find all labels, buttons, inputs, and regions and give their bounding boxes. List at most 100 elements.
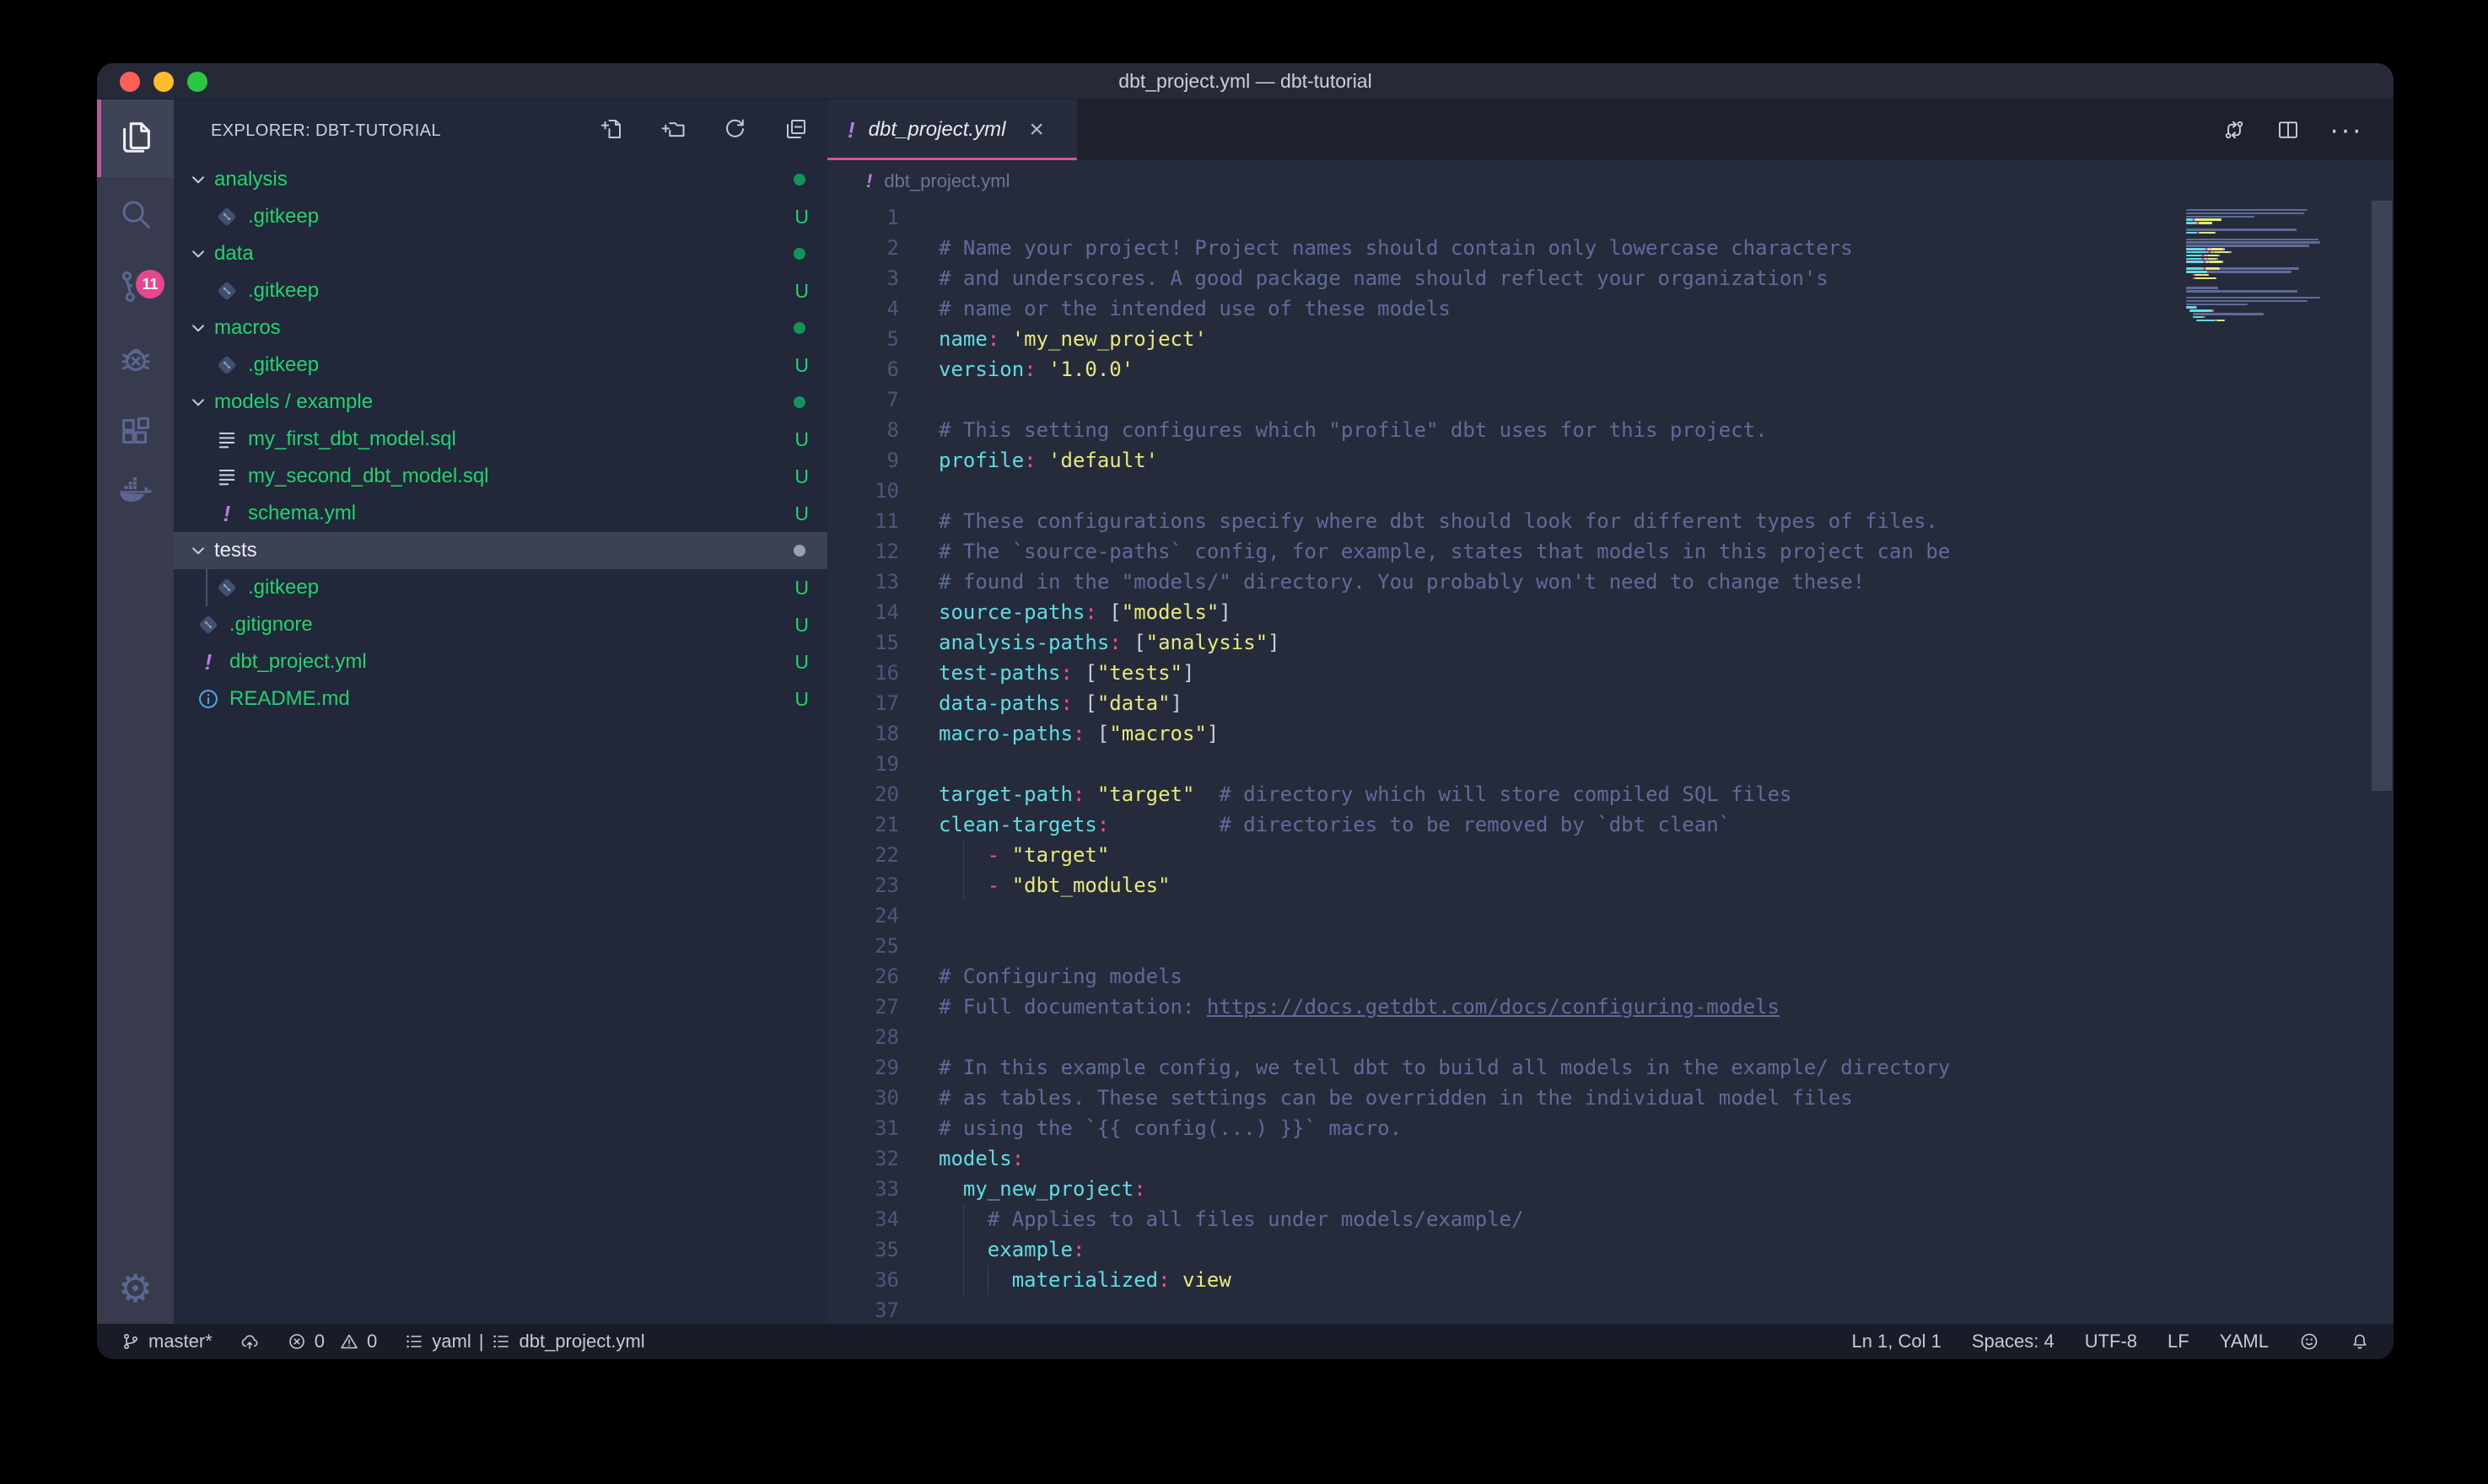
code-line-26[interactable]: 26# Configuring models [827, 961, 2394, 992]
tab-label: dbt_project.yml [869, 118, 1006, 142]
code-line-20[interactable]: 20target-path: "target" # directory whic… [827, 779, 2394, 809]
code-line-29[interactable]: 29# In this example config, we tell dbt … [827, 1052, 2394, 1083]
code-line-10[interactable]: 10 [827, 476, 2394, 506]
breadcrumb-item-file[interactable]: dbt_project.yml [884, 170, 1010, 192]
git-branch-icon [121, 1331, 141, 1352]
code-line-5[interactable]: 5name: 'my_new_project' [827, 324, 2394, 354]
notifications-button[interactable] [2350, 1331, 2370, 1352]
yaml-schema-status[interactable]: yaml | dbt_project.yml [404, 1331, 644, 1352]
activity-docker[interactable] [97, 454, 174, 531]
tree-item-models-example[interactable]: models / example [174, 384, 827, 421]
new-folder-button[interactable] [660, 116, 686, 142]
open-changes-button[interactable] [2221, 117, 2247, 142]
code-line-21[interactable]: 21clean-targets: # directories to be rem… [827, 809, 2394, 840]
code-line-8[interactable]: 8# This setting configures which "profil… [827, 415, 2394, 445]
code-line-7[interactable]: 7 [827, 384, 2394, 415]
activity-search[interactable] [97, 177, 174, 255]
tree-item-macros[interactable]: macros [174, 309, 827, 347]
encoding-status[interactable]: UTF-8 [2085, 1331, 2137, 1352]
zoom-window-button[interactable] [187, 72, 207, 92]
code-line-22[interactable]: 22 - "target" [827, 840, 2394, 870]
sync-changes-button[interactable] [240, 1331, 260, 1352]
tree-item-data[interactable]: data [174, 235, 827, 272]
code-line-36[interactable]: 36 materialized: view [827, 1265, 2394, 1295]
language-mode-status[interactable]: YAML [2220, 1331, 2269, 1352]
code-line-content: data-paths: ["data"] [939, 688, 1182, 718]
indentation-status[interactable]: Spaces: 4 [1972, 1331, 2054, 1352]
code-line-30[interactable]: 30# as tables. These settings can be ove… [827, 1083, 2394, 1113]
tab-close-icon[interactable]: × [1029, 117, 1044, 142]
code-line-23[interactable]: 23 - "dbt_modules" [827, 870, 2394, 901]
code-line-4[interactable]: 4# name or the intended use of these mod… [827, 293, 2394, 324]
code-line-content: # and underscores. A good package name s… [939, 263, 1828, 293]
code-line-19[interactable]: 19 [827, 749, 2394, 779]
code-line-24[interactable]: 24 [827, 901, 2394, 931]
tree-item--gitkeep[interactable]: .gitkeepU [174, 272, 827, 309]
code-line-15[interactable]: 15analysis-paths: ["analysis"] [827, 627, 2394, 658]
code-line-32[interactable]: 32models: [827, 1143, 2394, 1174]
new-file-button[interactable] [599, 116, 624, 142]
code-line-1[interactable]: 1 [827, 202, 2394, 233]
line-number: 30 [827, 1083, 899, 1113]
code-line-14[interactable]: 14source-paths: ["models"] [827, 597, 2394, 627]
tree-item-dbt-project-yml[interactable]: !dbt_project.ymlU [174, 643, 827, 680]
code-line-16[interactable]: 16test-paths: ["tests"] [827, 658, 2394, 688]
tree-item-schema-yml[interactable]: !schema.ymlU [174, 495, 827, 532]
cursor-position-status[interactable]: Ln 1, Col 1 [1851, 1331, 1941, 1352]
git-untracked-badge: U [794, 651, 809, 674]
tree-item-label: schema.yml [248, 502, 356, 525]
tree-item--gitkeep[interactable]: .gitkeepU [174, 198, 827, 235]
extensions-icon [116, 412, 155, 455]
tree-item-readme-md[interactable]: README.mdU [174, 680, 827, 718]
code-line-11[interactable]: 11# These configurations specify where d… [827, 506, 2394, 536]
minimap[interactable] [2178, 202, 2371, 708]
code-line-33[interactable]: 33 my_new_project: [827, 1174, 2394, 1204]
code-line-6[interactable]: 6version: '1.0.0' [827, 354, 2394, 384]
file-tree: analysis.gitkeepUdata.gitkeepUmacros.git… [174, 161, 827, 718]
code-line-35[interactable]: 35 example: [827, 1234, 2394, 1265]
tree-item--gitignore[interactable]: .gitignoreU [174, 606, 827, 643]
code-line-3[interactable]: 3 # and underscores. A good package name … [827, 263, 2394, 293]
tree-item-label: analysis [214, 168, 288, 191]
refresh-explorer-button[interactable] [722, 116, 747, 142]
code-line-13[interactable]: 13# found in the "models/" directory. Yo… [827, 567, 2394, 597]
activity-debug[interactable] [97, 322, 174, 400]
tree-item--gitkeep[interactable]: .gitkeepU [174, 569, 827, 606]
activity-settings[interactable]: ⚙ [97, 1250, 174, 1327]
problems-status[interactable]: 0 0 [287, 1331, 378, 1352]
activity-explorer[interactable] [97, 99, 174, 177]
code-line-17[interactable]: 17data-paths: ["data"] [827, 688, 2394, 718]
code-line-37[interactable]: 37 [827, 1295, 2394, 1324]
code-line-2[interactable]: 2# Name your project! Project names shou… [827, 233, 2394, 263]
activity-source-control[interactable]: 11 [97, 250, 174, 327]
tree-item-my-first-dbt-model-sql[interactable]: my_first_dbt_model.sqlU [174, 421, 827, 458]
eol-status[interactable]: LF [2168, 1331, 2189, 1352]
more-actions-button[interactable]: ··· [2329, 117, 2363, 142]
tree-item-my-second-dbt-model-sql[interactable]: my_second_dbt_model.sqlU [174, 458, 827, 495]
code-line-9[interactable]: 9profile: 'default' [827, 445, 2394, 476]
code-line-12[interactable]: 12# The `source-paths` config, for examp… [827, 536, 2394, 567]
git-file-icon [214, 204, 240, 229]
line-number: 3 [827, 263, 899, 293]
minimize-window-button[interactable] [153, 72, 174, 92]
code-editor[interactable]: 12# Name your project! Project names sho… [827, 202, 2394, 1324]
code-line-25[interactable]: 25 [827, 931, 2394, 961]
close-window-button[interactable] [120, 72, 140, 92]
collapse-folders-button[interactable] [784, 116, 809, 142]
code-line-content: # Configuring models [939, 961, 1182, 992]
editor-scrollbar[interactable] [2372, 201, 2392, 791]
code-line-27[interactable]: 27# Full documentation: https://docs.get… [827, 992, 2394, 1022]
code-line-31[interactable]: 31# using the `{{ config(...) }}` macro. [827, 1113, 2394, 1143]
tab-dbt-project-yml[interactable]: ! dbt_project.yml × [827, 99, 1077, 160]
code-line-34[interactable]: 34 # Applies to all files under models/e… [827, 1204, 2394, 1234]
code-line-content: models: [939, 1143, 1024, 1174]
feedback-button[interactable] [2299, 1331, 2319, 1352]
split-editor-button[interactable] [2275, 117, 2301, 142]
code-line-28[interactable]: 28 [827, 1022, 2394, 1052]
doc-link[interactable]: https://docs.getdbt.com/docs/configuring… [1207, 995, 1780, 1019]
code-line-18[interactable]: 18macro-paths: ["macros"] [827, 718, 2394, 749]
tree-item-tests[interactable]: tests [174, 532, 827, 569]
tree-item-analysis[interactable]: analysis [174, 161, 827, 198]
tree-item--gitkeep[interactable]: .gitkeepU [174, 347, 827, 384]
git-branch-status[interactable]: master* [121, 1331, 213, 1352]
